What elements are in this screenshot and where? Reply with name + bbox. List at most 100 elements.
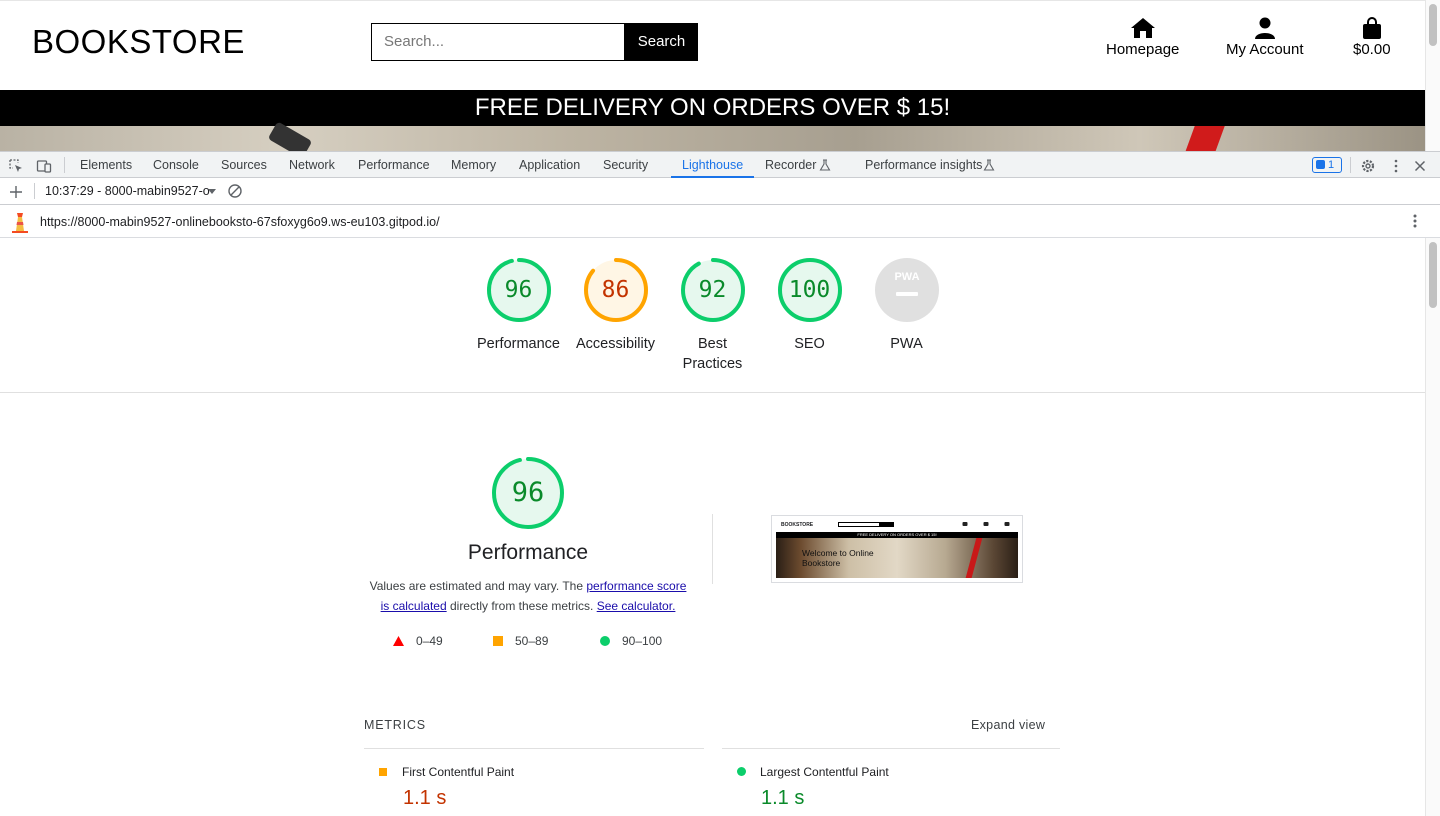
report-more-options-icon[interactable] bbox=[1407, 213, 1423, 229]
score-gauge-performance[interactable]: 96 Performance bbox=[470, 258, 567, 354]
metric-fcp-name: First Contentful Paint bbox=[402, 765, 515, 779]
tab-performance-insights[interactable]: Performance insights bbox=[865, 158, 982, 172]
tabbar-separator bbox=[1350, 157, 1351, 173]
performance-vertical-divider bbox=[712, 514, 713, 584]
score-value: 100 bbox=[788, 277, 831, 303]
shopping-bag-icon bbox=[1362, 17, 1381, 39]
home-icon bbox=[1130, 18, 1155, 38]
score-ring-wrap: 100 bbox=[777, 258, 842, 322]
score-ring-wrap: 96 bbox=[486, 258, 551, 322]
tab-security[interactable]: Security bbox=[603, 158, 648, 172]
performance-heading: Performance bbox=[467, 541, 589, 564]
score-value: 86 bbox=[601, 277, 630, 303]
nav-homepage-label: Homepage bbox=[1106, 41, 1180, 58]
chevron-down-icon[interactable] bbox=[207, 186, 217, 196]
free-delivery-banner: FREE DELIVERY ON ORDERS OVER $ 15! bbox=[0, 90, 1425, 126]
tab-sources[interactable]: Sources bbox=[221, 158, 267, 172]
hero-pen-shape bbox=[267, 121, 313, 151]
report-url-bar: https://8000-mabin9527-onlinebooksto-67s… bbox=[0, 205, 1440, 238]
close-devtools-icon[interactable] bbox=[1412, 158, 1428, 174]
report-url: https://8000-mabin9527-onlinebooksto-67s… bbox=[40, 215, 440, 229]
svg-text:PWA: PWA bbox=[894, 271, 919, 283]
report-scrollbar-thumb[interactable] bbox=[1429, 242, 1437, 308]
nav-my-account[interactable]: My Account bbox=[1226, 17, 1304, 58]
score-label: PWA bbox=[890, 336, 923, 352]
device-toolbar-icon[interactable] bbox=[36, 158, 52, 174]
toolbar-separator bbox=[34, 183, 35, 199]
new-report-plus-icon[interactable] bbox=[8, 184, 24, 200]
metric-lcp-name: Largest Contentful Paint bbox=[760, 765, 889, 779]
score-label: Accessibility bbox=[576, 336, 655, 352]
tab-network[interactable]: Network bbox=[289, 158, 335, 172]
tab-recorder[interactable]: Recorder bbox=[765, 158, 816, 172]
clear-reports-icon[interactable] bbox=[227, 183, 243, 199]
see-calculator-link[interactable]: See calculator. bbox=[597, 599, 676, 613]
legend-pass: 90–100 bbox=[600, 634, 662, 648]
site-scrollbar-thumb[interactable] bbox=[1429, 4, 1437, 46]
performance-main-gauge: 96 bbox=[490, 455, 566, 531]
lighthouse-toolbar: 10:37:29 - 8000-mabin9527-o bbox=[0, 178, 1440, 205]
issues-count: 1 bbox=[1328, 159, 1335, 171]
tab-lighthouse[interactable]: Lighthouse bbox=[682, 158, 743, 172]
thumbnail-brand: BOOKSTORE bbox=[781, 522, 814, 528]
legend-fail-range: 0–49 bbox=[416, 634, 443, 648]
report-scrollbar[interactable] bbox=[1425, 238, 1440, 816]
metrics-header: METRICS bbox=[364, 718, 426, 732]
thumbnail-search-box bbox=[838, 522, 880, 527]
performance-main-score: 96 bbox=[511, 477, 545, 508]
score-gauge-accessibility[interactable]: 86 Accessibility bbox=[567, 258, 664, 354]
desc-middle: directly from these metrics. bbox=[446, 599, 597, 613]
gauges-divider bbox=[0, 392, 1425, 393]
issues-counter-button[interactable]: 1 bbox=[1312, 157, 1342, 173]
site-scrollbar[interactable] bbox=[1425, 0, 1440, 151]
tab-performance[interactable]: Performance bbox=[358, 158, 430, 172]
metric-lcp-marker bbox=[737, 767, 746, 776]
thumbnail-nav-icon bbox=[962, 522, 968, 526]
tab-memory[interactable]: Memory bbox=[451, 158, 496, 172]
score-gauge-seo[interactable]: 100 SEO bbox=[761, 258, 858, 354]
settings-gear-overlay bbox=[1360, 158, 1376, 174]
circle-pass-icon bbox=[600, 636, 610, 646]
issues-icon bbox=[1316, 160, 1325, 169]
inspect-element-icon[interactable] bbox=[8, 158, 24, 174]
score-ring-wrap: 92 bbox=[680, 258, 745, 322]
metric-fcp-marker bbox=[379, 768, 387, 776]
tab-elements[interactable]: Elements bbox=[80, 158, 132, 172]
score-label: SEO bbox=[794, 336, 825, 352]
tab-console[interactable]: Console bbox=[153, 158, 199, 172]
score-ring-wrap: PWA bbox=[874, 258, 939, 322]
desc-prefix: Values are estimated and may vary. The bbox=[369, 579, 587, 593]
thumbnail-search-button bbox=[880, 522, 894, 527]
thumbnail-hero-title: Welcome to Online Bookstore bbox=[802, 548, 874, 568]
metrics-divider-left bbox=[364, 748, 704, 749]
pwa-badge-icon: PWA bbox=[874, 258, 939, 322]
thumbnail-nav-icon bbox=[1004, 522, 1010, 526]
more-options-icon[interactable] bbox=[1388, 158, 1404, 174]
nav-cart[interactable]: $0.00 bbox=[1353, 17, 1391, 58]
square-average-icon bbox=[493, 636, 503, 646]
website-viewport: BOOKSTORE Search... Search Homepage My A… bbox=[0, 0, 1425, 151]
score-ring-wrap: 86 bbox=[583, 258, 648, 322]
expand-view-toggle[interactable]: Expand view bbox=[971, 718, 1045, 732]
site-search-button[interactable]: Search bbox=[625, 23, 698, 61]
metrics-divider-right bbox=[722, 748, 1060, 749]
site-search-input[interactable]: Search... bbox=[371, 23, 625, 61]
score-gauge-best-practices[interactable]: 92 Best Practices bbox=[664, 258, 761, 374]
final-screenshot-thumbnail[interactable]: BOOKSTORE FREE DELIVERY ON ORDERS OVER $… bbox=[771, 515, 1023, 583]
score-gauge-pwa[interactable]: PWA PWA bbox=[858, 258, 955, 354]
experiment-flask-icon bbox=[983, 159, 995, 171]
lighthouse-report: 96 Performance 86 Accessibility 92 Best Pract… bbox=[0, 238, 1425, 816]
experiment-flask-icon bbox=[819, 159, 831, 171]
score-value: 92 bbox=[698, 277, 727, 303]
hero-ribbon-shape bbox=[1185, 126, 1225, 151]
site-brand-logo[interactable]: BOOKSTORE bbox=[32, 23, 245, 61]
legend-pass-range: 90–100 bbox=[622, 634, 663, 648]
thumbnail-hero: Welcome to Online Bookstore bbox=[776, 538, 1018, 578]
tab-application[interactable]: Application bbox=[519, 158, 580, 172]
nav-my-account-label: My Account bbox=[1226, 41, 1304, 58]
report-history-select[interactable]: 10:37:29 - 8000-mabin9527-o bbox=[45, 184, 210, 198]
user-icon bbox=[1254, 17, 1275, 39]
hero-image bbox=[0, 121, 1425, 151]
nav-homepage[interactable]: Homepage bbox=[1106, 17, 1179, 58]
metric-lcp-value: 1.1 s bbox=[761, 787, 805, 809]
